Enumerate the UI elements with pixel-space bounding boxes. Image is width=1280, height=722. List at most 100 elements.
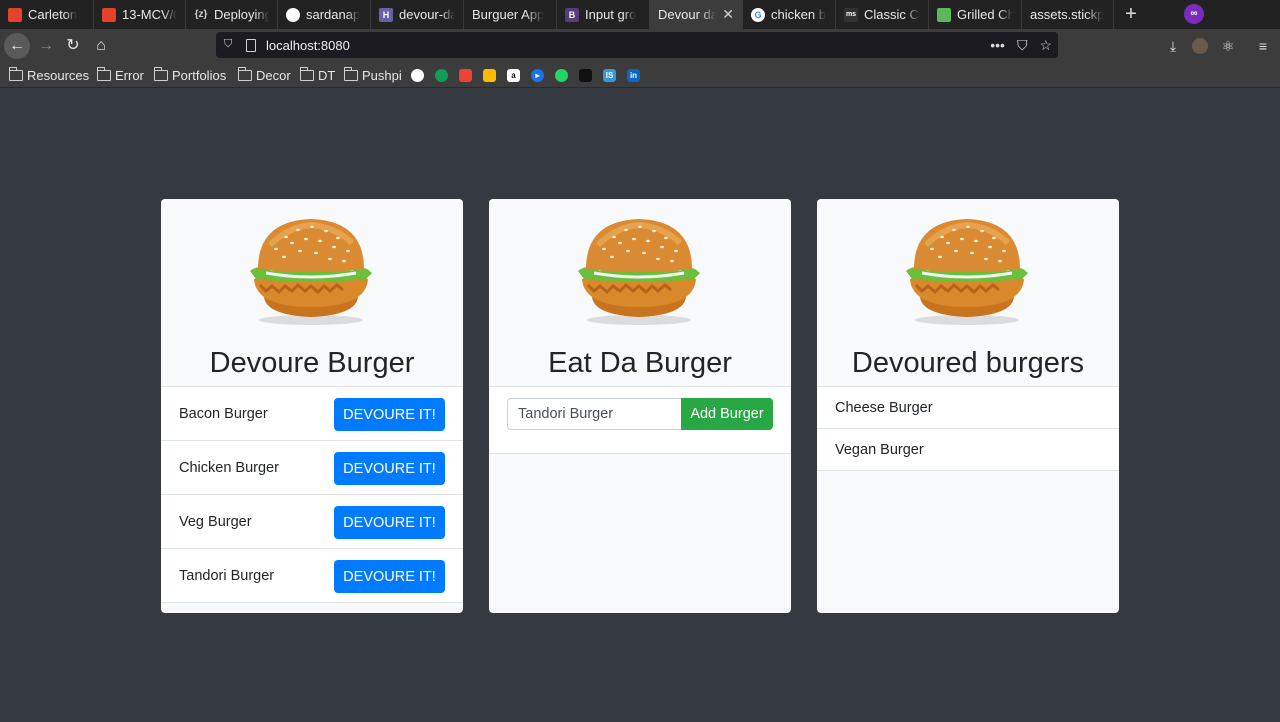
folder-icon: [299, 66, 314, 81]
devour-button[interactable]: DEVOURE IT!: [334, 398, 445, 431]
tab-title: chicken b: [771, 7, 826, 22]
tab-input-group[interactable]: B Input gro: [557, 0, 650, 29]
tab-title: 13-MCV/0: [122, 7, 177, 22]
close-tab-icon[interactable]: ✕: [722, 6, 734, 23]
bookmark-label: Decor: [256, 67, 291, 83]
bookmark-label: Resources: [27, 67, 90, 83]
is-bookmark-icon[interactable]: IS: [603, 69, 616, 82]
bookmark-label: Pushpi: [362, 67, 402, 83]
folder-icon: [8, 66, 23, 81]
bookmark-star-icon[interactable]: ☆: [1039, 37, 1052, 54]
tab-13-mcv[interactable]: 13-MCV/0: [94, 0, 186, 29]
tab-title: Devour da: [658, 7, 717, 22]
play-bookmark-icon[interactable]: ▸: [531, 69, 544, 82]
bookmark-label: Portfolios: [172, 67, 227, 83]
tab-title: Classic Ch: [864, 7, 920, 22]
tab-grilled-ch[interactable]: Grilled Ch: [929, 0, 1022, 29]
card-title: Devoured burgers: [851, 347, 1085, 379]
burger-name: Veg Burger: [179, 514, 252, 530]
tab-title: Input gro: [585, 7, 637, 22]
github-icon: [286, 7, 300, 22]
react-devtools-icon[interactable]: ⚛: [1219, 37, 1237, 55]
page-actions-icon[interactable]: •••: [990, 37, 1005, 54]
bookmarks-bar: Resources Error Portfolios Decor DT Push…: [0, 62, 1280, 88]
downloads-icon[interactable]: ⤓: [1164, 37, 1182, 55]
bookmark-label: Error: [115, 67, 144, 83]
tab-sardanap[interactable]: sardanap: [278, 0, 371, 29]
burger-list: Bacon Burger DEVOURE IT! Chicken Burger …: [161, 386, 463, 603]
github-bookmark-icon[interactable]: [411, 69, 424, 82]
bookmark-folder-dt[interactable]: DT: [299, 66, 336, 83]
devour-button[interactable]: DEVOURE IT!: [334, 560, 445, 593]
profile-avatar-icon[interactable]: [1192, 38, 1208, 54]
bookmark-folder-decor[interactable]: Decor: [237, 66, 291, 83]
bookmark-folder-portfolios[interactable]: Portfolios: [153, 66, 227, 83]
tab-devour-da-active[interactable]: Devour da ✕: [650, 0, 743, 29]
folder-icon: [237, 66, 252, 81]
private-browsing-icon: ∞: [1184, 4, 1204, 24]
folder-icon: [153, 66, 168, 81]
devour-button[interactable]: DEVOURE IT!: [334, 506, 445, 539]
burger-image: [892, 215, 1042, 327]
bootstrap-icon: B: [565, 7, 579, 22]
add-burger-card: Eat Da Burger Add Burger: [489, 199, 791, 613]
tab-title: Deploying: [214, 7, 269, 22]
amazon-bookmark-icon[interactable]: a: [507, 69, 520, 82]
tab-burguer-app[interactable]: Burguer App: [464, 0, 557, 29]
site-icon: ms: [844, 7, 858, 22]
forward-button[interactable]: →: [33, 33, 59, 59]
menu-icon[interactable]: ≡: [1254, 37, 1272, 55]
tab-strip: Carleton 13-MCV/0 {z} Deploying sardanap…: [0, 0, 1280, 29]
burger-name-input[interactable]: [507, 398, 683, 430]
braces-icon: {z}: [194, 9, 208, 20]
burger-name: Chicken Burger: [179, 460, 279, 476]
card-title: Devoure Burger: [209, 347, 415, 379]
burger-name: Tandori Burger: [179, 568, 275, 584]
bookmark-folder-pushpi[interactable]: Pushpi: [343, 66, 402, 83]
burger-name: Vegan Burger: [835, 442, 924, 458]
back-button[interactable]: ←: [4, 33, 30, 59]
list-item: Chicken Burger DEVOURE IT!: [161, 441, 463, 495]
bookmark-folder-error[interactable]: Error: [96, 66, 144, 83]
tab-carleton[interactable]: Carleton: [0, 0, 94, 29]
tab-title: Carleton: [28, 7, 78, 22]
list-item: Cheese Burger: [817, 387, 1119, 429]
news-bookmark-icon[interactable]: [579, 69, 592, 82]
tab-title: assets.stickp: [1030, 7, 1105, 22]
bookmark-folder-resources[interactable]: Resources: [8, 66, 90, 83]
whatsapp-bookmark-icon[interactable]: [555, 69, 568, 82]
google-drive-bookmark-icon[interactable]: [483, 69, 496, 82]
slack-bookmark-icon[interactable]: [459, 69, 472, 82]
url-bar[interactable]: ⛉ localhost:8080 ••• ⛉ ☆: [216, 32, 1058, 58]
tab-deploying[interactable]: {z} Deploying: [186, 0, 278, 29]
folder-icon: [343, 66, 358, 81]
url-text[interactable]: localhost:8080: [266, 38, 350, 53]
card-title: Eat Da Burger: [548, 347, 732, 379]
list-item: Vegan Burger: [817, 429, 1119, 471]
tab-title: Grilled Ch: [957, 7, 1013, 22]
home-button[interactable]: ⌂: [88, 33, 114, 59]
devour-burger-card: Devoure Burger Bacon Burger DEVOURE IT! …: [161, 199, 463, 613]
reload-button[interactable]: ↻: [60, 33, 86, 59]
pocket-icon[interactable]: ⛉: [1017, 37, 1028, 54]
heroku-icon: H: [379, 7, 393, 22]
linkedin-bookmark-icon[interactable]: in: [627, 69, 640, 82]
tab-chicken-b[interactable]: G chicken b: [743, 0, 836, 29]
page-icon: [246, 38, 256, 52]
burger-name: Bacon Burger: [179, 406, 268, 422]
gitlab-icon: [102, 7, 116, 22]
tab-devour-da[interactable]: H devour-da: [371, 0, 464, 29]
gitlab-icon: [8, 7, 22, 22]
tab-classic-ch[interactable]: ms Classic Ch: [836, 0, 929, 29]
navigation-bar: ← → ↻ ⌂ ⛉ localhost:8080 ••• ⛉ ☆: [0, 29, 1280, 62]
list-item: Tandori Burger DEVOURE IT!: [161, 549, 463, 603]
bookmark-label: DT: [318, 67, 336, 83]
tab-assets-stickp[interactable]: assets.stickp: [1022, 0, 1114, 29]
shield-icon: ⛉: [224, 38, 233, 50]
devoured-burgers-card: Devoured burgers Cheese Burger Vegan Bur…: [817, 199, 1119, 613]
hangouts-bookmark-icon[interactable]: [435, 69, 448, 82]
tab-title: sardanap: [306, 7, 361, 22]
devour-button[interactable]: DEVOURE IT!: [334, 452, 445, 485]
new-tab-button[interactable]: +: [1121, 3, 1141, 25]
add-burger-button[interactable]: Add Burger: [681, 398, 773, 430]
